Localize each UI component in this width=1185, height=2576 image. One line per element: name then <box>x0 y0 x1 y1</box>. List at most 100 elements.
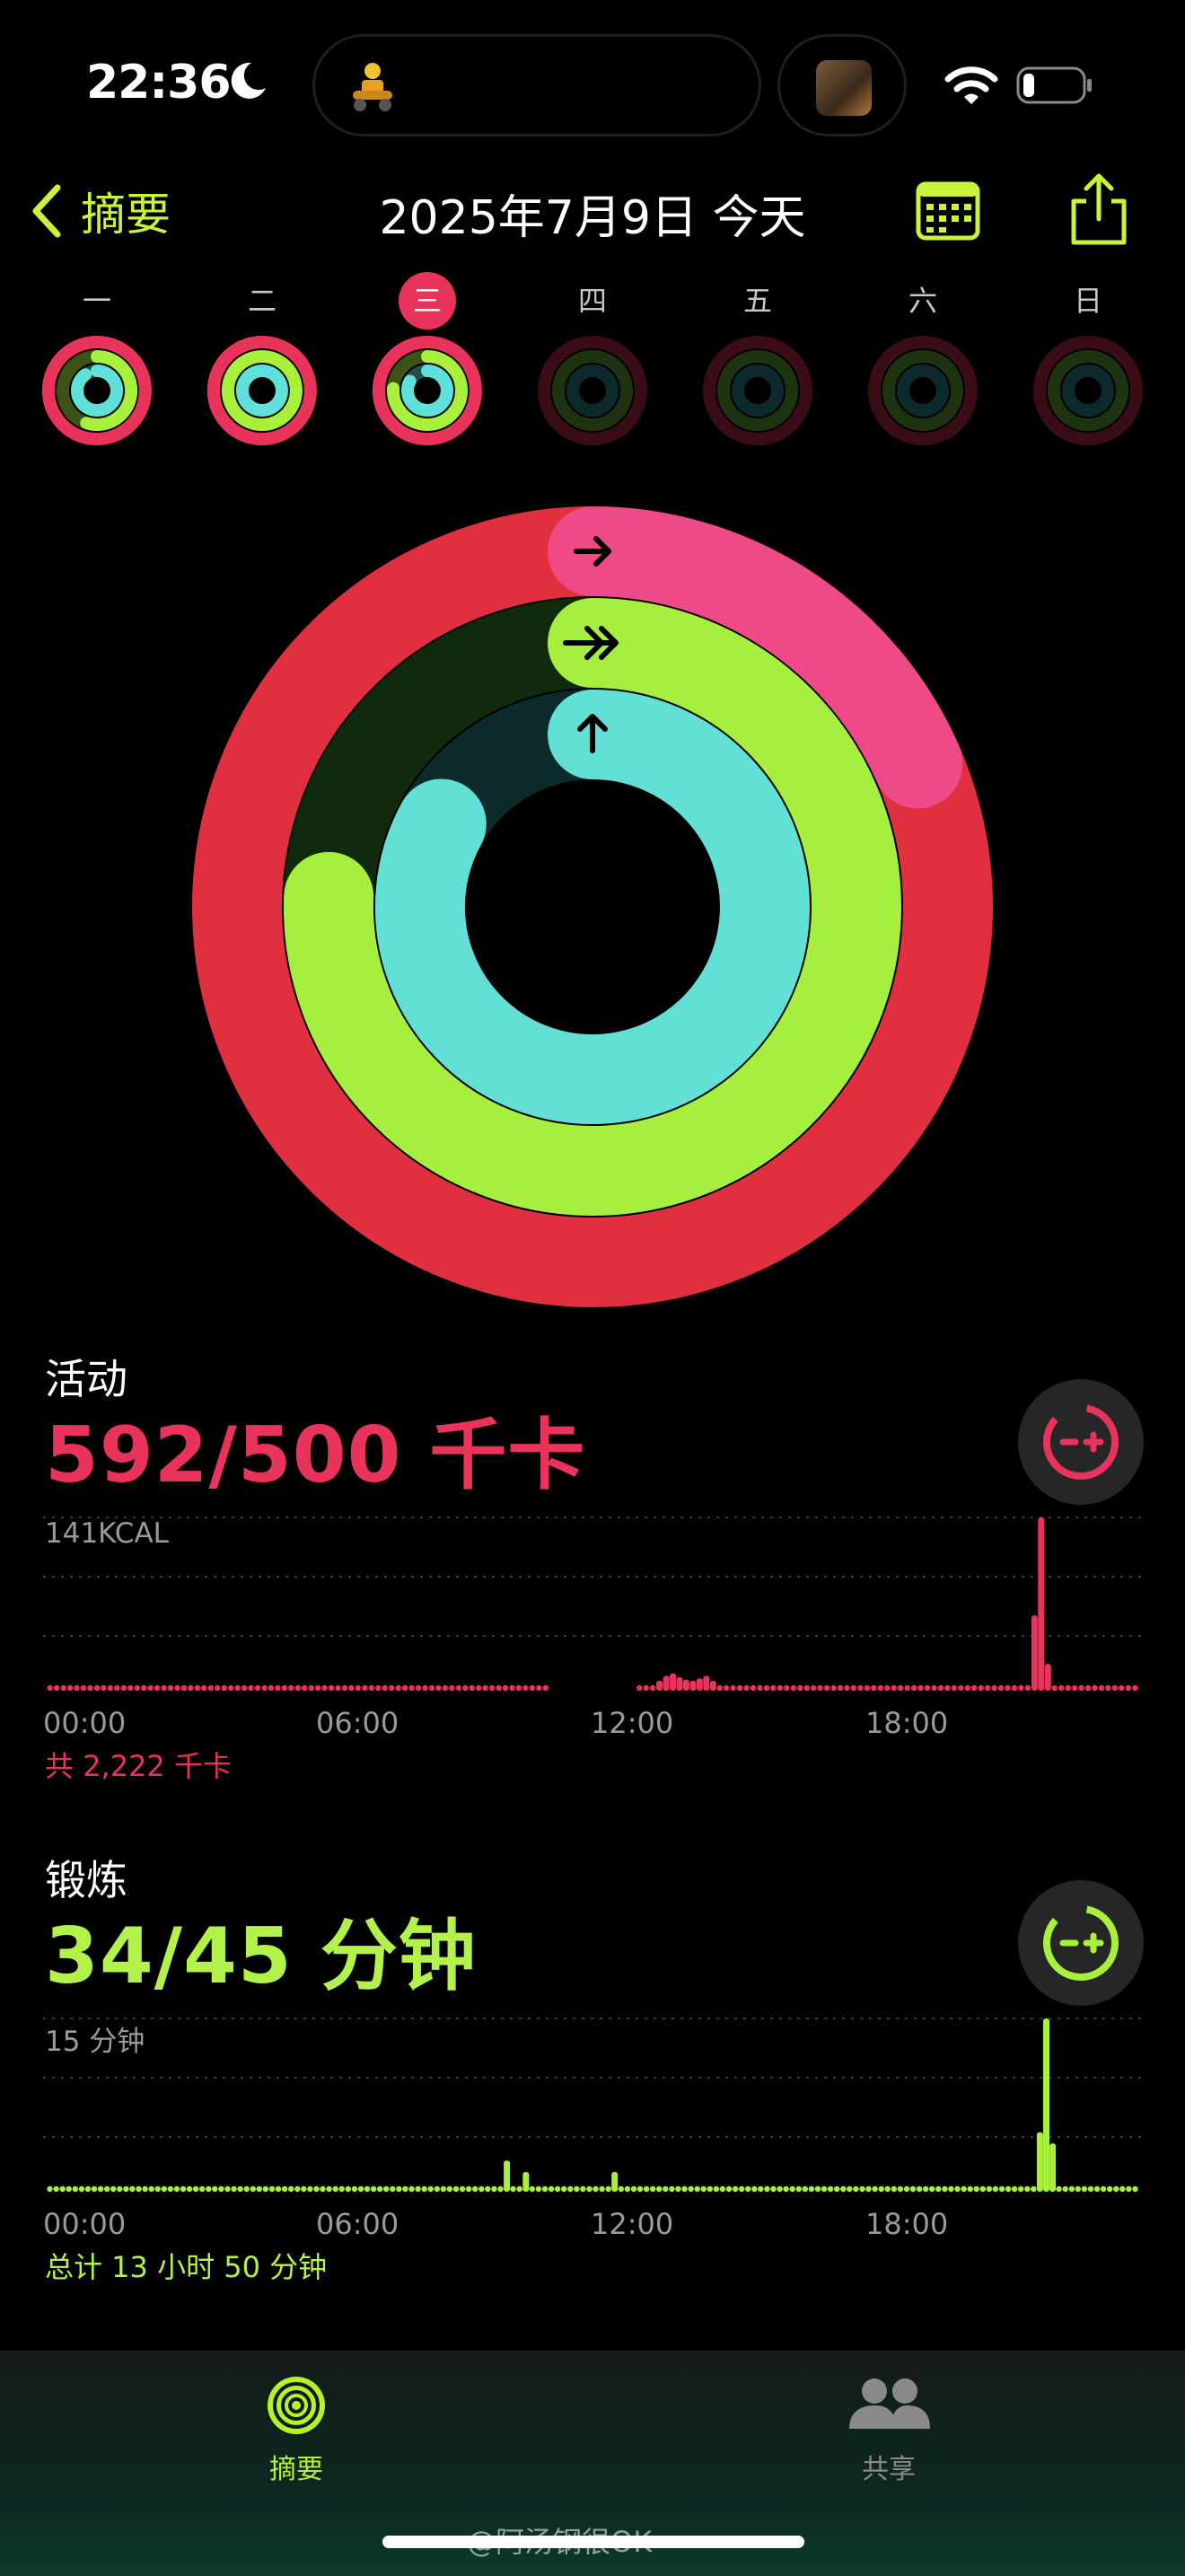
chart-bar <box>180 2185 187 2193</box>
chart-bar <box>496 1684 502 1692</box>
now-playing-pill[interactable] <box>777 34 907 136</box>
chart-bar <box>951 1684 957 1692</box>
chart-bar <box>1031 1615 1038 1691</box>
calendar-icon[interactable] <box>916 180 980 241</box>
chart-bar <box>1056 2185 1062 2193</box>
chart-bar <box>700 2185 707 2193</box>
chart-bar <box>326 2185 332 2193</box>
chart-bar <box>611 2172 619 2192</box>
chart-bar <box>630 2185 637 2193</box>
weekday-label-2: 二 <box>247 284 276 318</box>
chart-tick-label: 00:00 <box>43 1706 127 1740</box>
chart-bar <box>837 1684 844 1692</box>
chart-bar <box>973 2185 979 2193</box>
chart-bar <box>719 2185 726 2193</box>
chart-bar <box>104 2185 110 2193</box>
chart-bar <box>161 2185 167 2193</box>
activity-chart <box>43 1517 1142 1692</box>
chart-bar <box>231 2185 237 2193</box>
chart-bar <box>1018 1684 1024 1692</box>
chart-bar <box>199 2185 206 2193</box>
chart-bar <box>681 2185 688 2193</box>
chart-bar <box>294 2185 301 2193</box>
chart-bar <box>321 1684 328 1692</box>
chart-bar <box>375 1684 382 1692</box>
chart-bar <box>817 1684 823 1692</box>
chart-bar <box>790 1684 796 1692</box>
chart-bar <box>834 2185 840 2193</box>
chart-bar <box>1018 2185 1024 2193</box>
tab-sharing[interactable]: 共享 <box>799 2373 979 2486</box>
chart-bar <box>275 2185 282 2193</box>
chart-bar <box>482 1684 488 1692</box>
chart-bar <box>964 1684 971 1692</box>
chart-bar <box>194 1684 201 1692</box>
chart-bar <box>442 1684 449 1692</box>
chart-bar <box>884 1684 891 1692</box>
chart-bar <box>967 2185 973 2193</box>
chart-bar <box>758 2185 764 2193</box>
exercise-goal-button[interactable] <box>1018 1880 1144 2006</box>
chart-bar <box>1043 2018 1049 2192</box>
day-ring-5[interactable] <box>699 332 816 449</box>
chart-bar <box>415 1684 422 1692</box>
weekday-label-6: 六 <box>908 284 937 318</box>
chart-bar <box>101 1684 107 1692</box>
chart-bar <box>724 1684 730 1692</box>
share-icon[interactable] <box>1066 172 1131 246</box>
chart-bar <box>522 1684 529 1692</box>
chart-bar <box>1107 2185 1113 2193</box>
chart-bar <box>288 1684 294 1692</box>
chart-bar <box>764 2185 770 2193</box>
chart-bar <box>66 1684 74 1692</box>
dynamic-island[interactable] <box>312 34 761 136</box>
chart-bar <box>536 1684 542 1692</box>
chart-bar <box>465 2185 472 2193</box>
chart-bar <box>59 2185 66 2193</box>
day-ring-1[interactable] <box>39 332 155 449</box>
chart-bar <box>114 1684 120 1692</box>
chart-bar <box>803 1684 810 1692</box>
activity-goal-button[interactable] <box>1018 1379 1144 1505</box>
day-ring-6[interactable] <box>865 332 981 449</box>
chart-bar <box>797 1684 803 1692</box>
chart-bar <box>954 2185 961 2193</box>
chart-bar <box>328 1684 335 1692</box>
chart-bar <box>670 1673 676 1691</box>
chart-bar <box>142 2185 148 2193</box>
chart-bar <box>268 2185 276 2193</box>
chart-bar <box>669 2185 675 2193</box>
day-ring-4[interactable] <box>534 332 651 449</box>
chart-bar <box>446 2185 453 2193</box>
chart-bar <box>497 2185 504 2193</box>
exercise-total: 总计 13 小时 50 分钟 <box>45 2250 328 2284</box>
chart-bar <box>167 1684 174 1692</box>
chart-bar <box>750 1684 757 1692</box>
day-ring-3[interactable] <box>369 332 486 449</box>
chart-bar <box>725 2185 733 2193</box>
chart-bar <box>663 1675 670 1691</box>
chart-bar <box>107 1684 114 1692</box>
chart-bar <box>903 2185 910 2193</box>
chart-bar <box>1084 1684 1092 1692</box>
chart-bar <box>1081 2185 1088 2193</box>
chart-bar <box>872 2185 878 2193</box>
chart-bar <box>795 2185 802 2193</box>
day-ring-7[interactable] <box>1030 332 1146 449</box>
chart-bar <box>991 1684 997 1692</box>
chart-bar <box>840 2185 847 2193</box>
tab-summary[interactable]: 摘要 <box>206 2373 386 2486</box>
chart-bar <box>215 1684 221 1692</box>
chart-bar <box>830 1684 837 1692</box>
day-ring-2[interactable] <box>204 332 320 449</box>
chart-bar <box>254 1684 261 1692</box>
chart-bar <box>154 2185 161 2193</box>
chart-bar <box>348 1684 355 1692</box>
tab-share-label: 共享 <box>862 2454 916 2485</box>
chart-bar <box>364 2185 371 2193</box>
chart-bar <box>127 1684 134 1692</box>
chart-bar <box>1062 2185 1068 2193</box>
back-button[interactable]: 摘要 <box>31 178 171 244</box>
chart-bar <box>74 1684 80 1692</box>
chart-bar <box>428 1684 435 1692</box>
